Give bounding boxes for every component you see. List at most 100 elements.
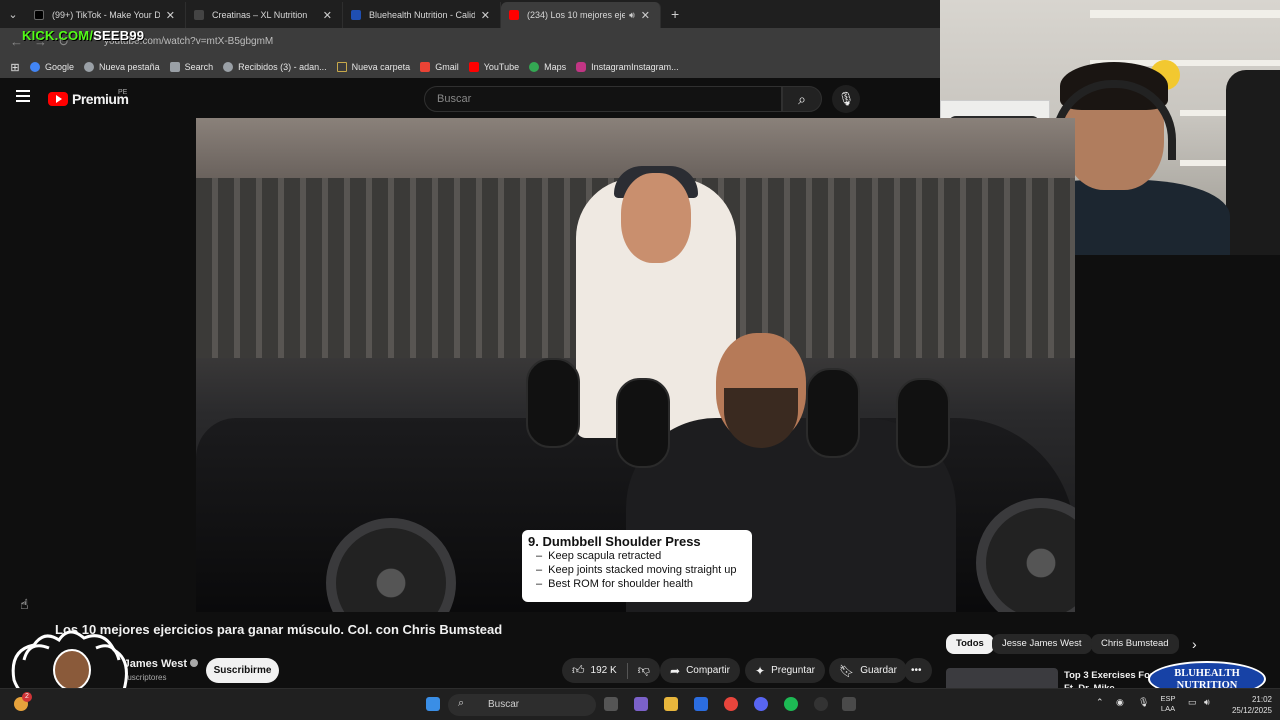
search-icon: [169, 62, 180, 72]
tab-tiktok[interactable]: (99+) TikTok - Make Your Day ✕: [26, 2, 186, 28]
youtube-icon: [509, 10, 519, 20]
like-dislike-group: 👍︎ 192 K 👎︎: [562, 658, 660, 683]
chip-jesse-james-west[interactable]: Jesse James West: [992, 634, 1092, 654]
search-button[interactable]: ⌕: [782, 86, 822, 112]
youtube-logo-icon[interactable]: [48, 92, 68, 106]
volume-icon[interactable]: 🔊︎: [1204, 697, 1210, 708]
like-count[interactable]: 192 K: [591, 665, 617, 676]
bookmark-search[interactable]: Search: [169, 62, 214, 72]
spotify-icon[interactable]: [784, 697, 798, 711]
bookmark-icon: 🔖︎: [839, 663, 855, 678]
google-icon: [223, 62, 234, 72]
search-input[interactable]: Buscar: [424, 86, 782, 112]
subscribe-button[interactable]: Suscribirme: [206, 658, 279, 683]
ask-button[interactable]: ✦ Preguntar: [745, 658, 825, 683]
close-icon[interactable]: ✕: [166, 9, 175, 22]
thumbs-down-icon[interactable]: 👎︎: [638, 663, 650, 678]
bookmark-label: Recibidos (3) - adan...: [238, 62, 327, 72]
gmail-icon: [420, 62, 431, 72]
calculator-icon[interactable]: [842, 697, 856, 711]
save-label: Guardar: [860, 665, 897, 676]
tab-title: (99+) TikTok - Make Your Day: [52, 10, 160, 20]
store-icon[interactable]: [694, 697, 708, 711]
windows-taskbar: 2 Buscar ⌕ ⌃ ◉ 🎙︎ ESP LAA ▭ 🔊︎ 21:02 25/12…: [0, 688, 1280, 720]
bookmark-new-tab[interactable]: Nueva pestaña: [84, 62, 160, 72]
ask-label: Preguntar: [771, 665, 815, 676]
bookmark-maps[interactable]: Maps: [529, 62, 566, 72]
youtube-header: Premium PE Buscar ⌕ 🎙︎: [0, 78, 940, 118]
share-button[interactable]: ➦ Compartir: [660, 658, 740, 683]
tab-bluehealth[interactable]: Bluehealth Nutrition - Calidad G ✕: [343, 2, 501, 28]
system-clock[interactable]: 21:02 25/12/2025: [1222, 694, 1272, 716]
close-icon[interactable]: ✕: [323, 9, 332, 22]
bookmark-label: InstagramInstagram...: [591, 62, 679, 72]
tab-youtube[interactable]: (234) Los 10 mejores ejercic 🔊︎ ✕: [501, 2, 661, 28]
recommended-thumbnail[interactable]: [946, 668, 1058, 690]
tab-search-button[interactable]: ⌄: [0, 0, 26, 28]
language-indicator[interactable]: ESP LAA: [1156, 694, 1180, 714]
save-button[interactable]: 🔖︎ Guardar: [829, 658, 907, 683]
microphone-icon[interactable]: 🎙︎: [1138, 697, 1149, 708]
sparkle-icon: ✦: [755, 663, 766, 678]
globe-icon: [84, 62, 95, 72]
share-label: Compartir: [686, 665, 730, 676]
tab-creatinas[interactable]: Creatinas – XL Nutrition ✕: [186, 2, 343, 28]
apps-grid-icon[interactable]: ⊞: [0, 61, 30, 74]
voice-search-button[interactable]: 🎙︎: [832, 85, 860, 113]
language-code: ESP: [1160, 694, 1176, 703]
chevron-right-icon[interactable]: ›: [1192, 636, 1197, 652]
tray-chevron-up-icon[interactable]: ⌃: [1096, 697, 1104, 708]
tiktok-icon: [34, 10, 44, 20]
copilot-icon[interactable]: [634, 697, 648, 711]
caption-title: 9. Dumbbell Shoulder Press: [528, 534, 701, 549]
bookmark-google[interactable]: Google: [30, 62, 74, 72]
taskbar-search[interactable]: Buscar: [448, 694, 596, 716]
youtube-icon: [468, 62, 479, 72]
caption-point: Best ROM for shoulder health: [528, 577, 746, 591]
bookmark-label: Search: [184, 62, 214, 72]
network-icon[interactable]: ◉: [1116, 697, 1124, 708]
task-view-icon[interactable]: [604, 697, 618, 711]
region-label: PE: [118, 89, 128, 96]
bookmark-label: YouTube: [483, 62, 520, 72]
thumbs-up-icon[interactable]: 👍︎: [572, 663, 585, 678]
clock-date: 25/12/2025: [1231, 706, 1272, 715]
bookmark-label: Gmail: [435, 62, 459, 72]
close-icon[interactable]: ✕: [481, 9, 490, 22]
windows-start-icon[interactable]: [426, 697, 440, 711]
bookmark-gmail[interactable]: Gmail: [420, 62, 459, 72]
search-icon: ⌕: [458, 697, 465, 709]
discord-icon[interactable]: [754, 697, 768, 711]
stream-handle-user: SEEB99: [93, 28, 145, 43]
speaker-icon[interactable]: 🔊︎: [629, 10, 635, 21]
verified-icon: [190, 659, 199, 667]
bookmark-youtube[interactable]: YouTube: [468, 62, 520, 72]
display-icon[interactable]: ▭: [1188, 697, 1197, 708]
instagram-icon: [576, 62, 587, 72]
bookmark-instagram[interactable]: InstagramInstagram...: [576, 62, 679, 72]
bookmark-inbox[interactable]: Recibidos (3) - adan...: [223, 62, 327, 72]
file-explorer-icon[interactable]: [664, 697, 678, 711]
xl-nutrition-icon: [194, 10, 204, 20]
bookmark-folder[interactable]: Nueva carpeta: [336, 62, 410, 72]
bookmarks-bar: ⊞ Google Nueva pestaña Search Recibidos …: [0, 56, 940, 78]
chrome-icon[interactable]: [724, 697, 738, 711]
more-actions-button[interactable]: •••: [904, 658, 932, 683]
map-pin-icon: [529, 62, 540, 72]
bookmark-label: Google: [45, 62, 75, 72]
chip-chris-bumstead[interactable]: Chris Bumstead: [1091, 634, 1179, 654]
microphone-icon: 🎙︎: [837, 91, 855, 106]
clock-time: 21:02: [1251, 695, 1272, 704]
mouse-cursor-icon: ☝︎: [20, 596, 29, 612]
chip-all[interactable]: Todos: [946, 634, 994, 654]
bookmark-label: Nueva pestaña: [99, 62, 160, 72]
video-player[interactable]: 9. Dumbbell Shoulder Press Keep scapula …: [196, 118, 1075, 612]
notification-badge: 2: [22, 692, 32, 702]
obs-icon[interactable]: [814, 697, 828, 711]
new-tab-button[interactable]: +: [671, 6, 679, 22]
menu-icon[interactable]: [16, 90, 30, 105]
tab-title: (234) Los 10 mejores ejercic: [527, 10, 626, 20]
google-icon: [30, 62, 40, 72]
close-icon[interactable]: ✕: [641, 9, 650, 22]
more-icon: •••: [911, 665, 922, 676]
